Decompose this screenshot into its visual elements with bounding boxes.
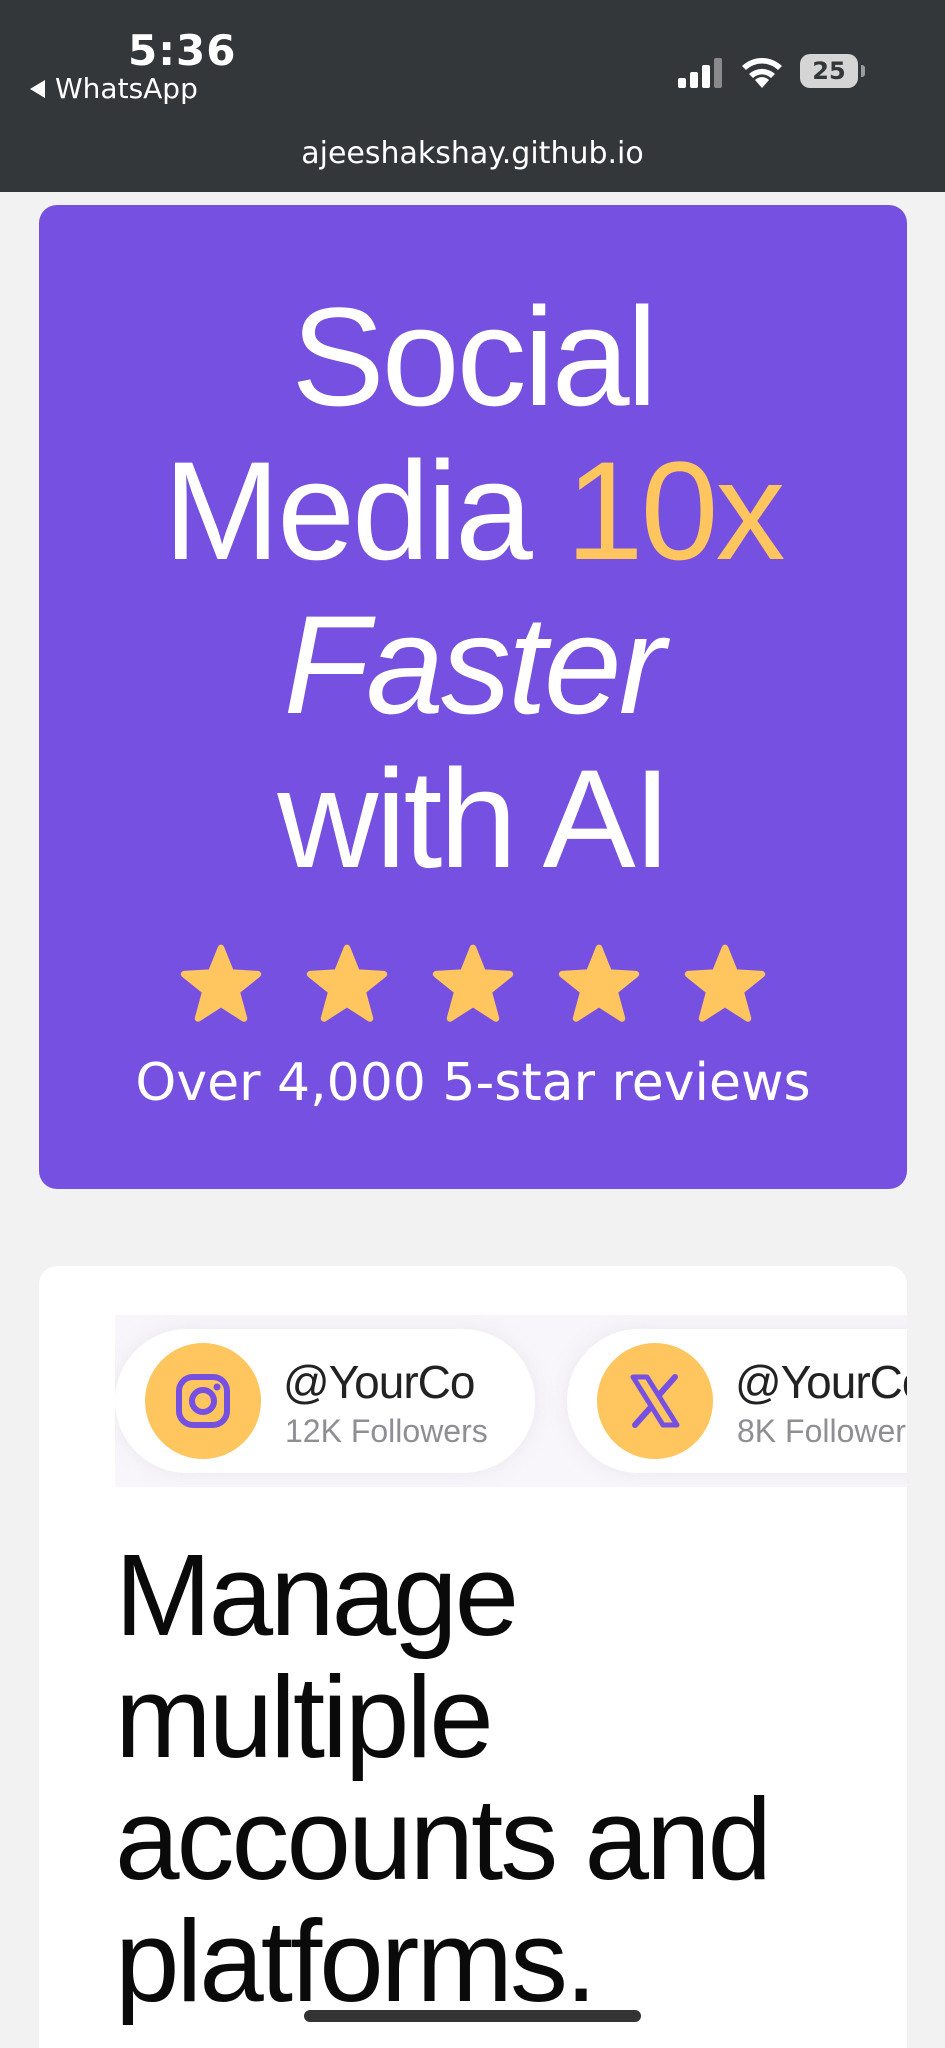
hero-title-line4: with AI — [277, 740, 671, 897]
battery-cap — [861, 65, 865, 77]
hero-title-line3: Faster — [283, 586, 666, 743]
battery-icon: 25 — [800, 54, 865, 88]
reviews-text: Over 4,000 5-star reviews — [135, 1053, 811, 1113]
account-followers: 8K Followers — [737, 1413, 907, 1449]
hero-title-media: Media — [163, 432, 566, 589]
star-icon — [180, 944, 262, 1022]
account-followers: 12K Followers — [285, 1413, 488, 1449]
hero-title: Social Media 10x Faster with AI — [39, 280, 907, 896]
back-to-whatsapp-link[interactable]: WhatsApp — [30, 72, 198, 105]
account-handle: @YourCo — [283, 1356, 475, 1408]
hero-card: Social Media 10x Faster with AI Over 4,0… — [39, 205, 907, 1189]
wifi-icon — [742, 58, 782, 88]
account-pill-x[interactable]: @YourCo 8K Followers — [567, 1329, 907, 1473]
star-icon — [684, 944, 766, 1022]
star-icon — [432, 944, 514, 1022]
hero-title-line2: Media 10x — [39, 434, 907, 588]
battery-level: 25 — [800, 54, 858, 88]
back-arrow-icon — [30, 79, 45, 98]
features-card: @YourCo 12K Followers @YourCo 8K Followe… — [39, 1266, 907, 2048]
hero-title-accent: 10x — [565, 432, 786, 589]
star-rating — [39, 943, 907, 1025]
signal-icon — [678, 58, 722, 88]
status-time: 5:36 — [128, 26, 237, 75]
address-bar-url[interactable]: ajeeshakshay.github.io — [0, 136, 945, 171]
home-indicator[interactable] — [304, 2010, 641, 2022]
back-app-label: WhatsApp — [55, 72, 198, 105]
accounts-strip: @YourCo 12K Followers @YourCo 8K Followe… — [115, 1315, 907, 1487]
instagram-icon — [145, 1343, 261, 1459]
x-twitter-icon — [597, 1343, 713, 1459]
hero-title-line1: Social — [291, 278, 657, 435]
star-icon — [558, 944, 640, 1022]
star-icon — [306, 944, 388, 1022]
account-handle: @YourCo — [735, 1356, 907, 1408]
features-heading: Manage multiple accounts and platforms. — [115, 1530, 772, 2026]
account-pill-instagram[interactable]: @YourCo 12K Followers — [115, 1329, 535, 1473]
status-bar: 5:36 WhatsApp 25 ajeeshakshay.github.io — [0, 0, 945, 192]
